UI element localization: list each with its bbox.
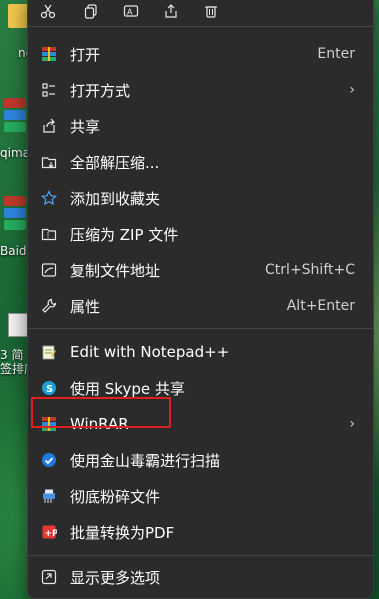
shortcut-text: Enter xyxy=(317,46,355,62)
menu-item-add-favorites[interactable]: 添加到收藏夹 xyxy=(32,181,369,215)
star-icon xyxy=(40,189,58,207)
menu-item-label: 复制文件地址 xyxy=(70,261,161,280)
menu-item-convert-pdf[interactable]: +P 批量转换为PDF xyxy=(32,515,369,549)
open-with-icon xyxy=(40,81,58,99)
document-icon[interactable] xyxy=(8,313,28,337)
copy-path-icon xyxy=(40,261,58,279)
desktop-label-2: qima xyxy=(0,146,30,160)
menu-item-kingsoft-scan[interactable]: 使用金山毒霸进行扫描 xyxy=(32,443,369,477)
copy-icon[interactable] xyxy=(79,0,103,23)
shortcut-text: Alt+Enter xyxy=(286,298,355,314)
menu-item-show-more[interactable]: 显示更多选项 xyxy=(32,560,369,594)
winrar-archive-icon[interactable] xyxy=(4,98,26,134)
menu-item-label: 打开 xyxy=(70,45,101,64)
kingsoft-antivirus-icon xyxy=(40,451,58,469)
menu-item-compress-zip[interactable]: 压缩为 ZIP 文件 xyxy=(32,217,369,251)
rename-icon[interactable]: A xyxy=(119,0,143,23)
menu-item-shred-file[interactable]: 彻底粉碎文件 xyxy=(32,479,369,513)
share-icon[interactable] xyxy=(159,0,183,23)
menu-item-share[interactable]: 共享 xyxy=(32,109,369,143)
menu-item-properties[interactable]: 属性 Alt+Enter xyxy=(32,289,369,323)
separator xyxy=(28,328,373,329)
menu-item-open[interactable]: 打开 Enter xyxy=(32,37,369,71)
menu-item-copy-path[interactable]: 复制文件地址 Ctrl+Shift+C xyxy=(32,253,369,287)
menu-item-label: 使用金山毒霸进行扫描 xyxy=(70,451,221,470)
chevron-right-icon: › xyxy=(349,416,355,432)
menu-item-label: 共享 xyxy=(70,117,101,136)
extract-folder-icon xyxy=(40,153,58,171)
winrar-icon xyxy=(40,45,58,63)
context-menu: A 打开 Enter 打开方式 › 共享 全部解压缩... 添加到收藏夹 压缩为… xyxy=(27,0,374,599)
shredder-icon xyxy=(40,487,58,505)
pdf-convert-icon: +P xyxy=(40,523,58,541)
menu-item-label: 批量转换为PDF xyxy=(70,523,175,542)
menu-item-extract-all[interactable]: 全部解压缩... xyxy=(32,145,369,179)
menu-item-label: 属性 xyxy=(70,297,101,316)
menu-item-label: 全部解压缩... xyxy=(70,153,160,172)
menu-item-label: 使用 Skype 共享 xyxy=(70,379,185,398)
shortcut-text: Ctrl+Shift+C xyxy=(265,262,355,278)
quick-actions-bar: A xyxy=(28,0,373,35)
chevron-right-icon: › xyxy=(349,82,355,98)
menu-item-edit-notepadpp[interactable]: Edit with Notepad++ xyxy=(32,335,369,369)
separator xyxy=(28,26,373,27)
menu-item-open-with[interactable]: 打开方式 › xyxy=(32,73,369,107)
menu-item-label: 打开方式 xyxy=(70,81,131,100)
svg-text:A: A xyxy=(127,8,133,17)
menu-item-label: Edit with Notepad++ xyxy=(70,343,230,361)
notepadpp-icon xyxy=(40,343,58,361)
cut-icon[interactable] xyxy=(36,0,60,23)
wrench-icon xyxy=(40,297,58,315)
separator xyxy=(28,555,373,556)
menu-item-label: 显示更多选项 xyxy=(70,568,161,587)
menu-item-label: 添加到收藏夹 xyxy=(70,189,161,208)
show-more-options-icon xyxy=(40,568,58,586)
delete-icon[interactable] xyxy=(199,0,223,23)
menu-item-label: 压缩为 ZIP 文件 xyxy=(70,225,179,244)
zip-folder-icon xyxy=(40,225,58,243)
svg-text:S: S xyxy=(46,384,53,395)
winrar-highlight-box xyxy=(31,397,171,428)
svg-text:+P: +P xyxy=(45,529,58,539)
menu-item-label: 彻底粉碎文件 xyxy=(70,487,161,506)
winrar-archive-icon[interactable] xyxy=(4,196,26,232)
share-icon xyxy=(40,117,58,135)
skype-icon: S xyxy=(40,379,58,397)
